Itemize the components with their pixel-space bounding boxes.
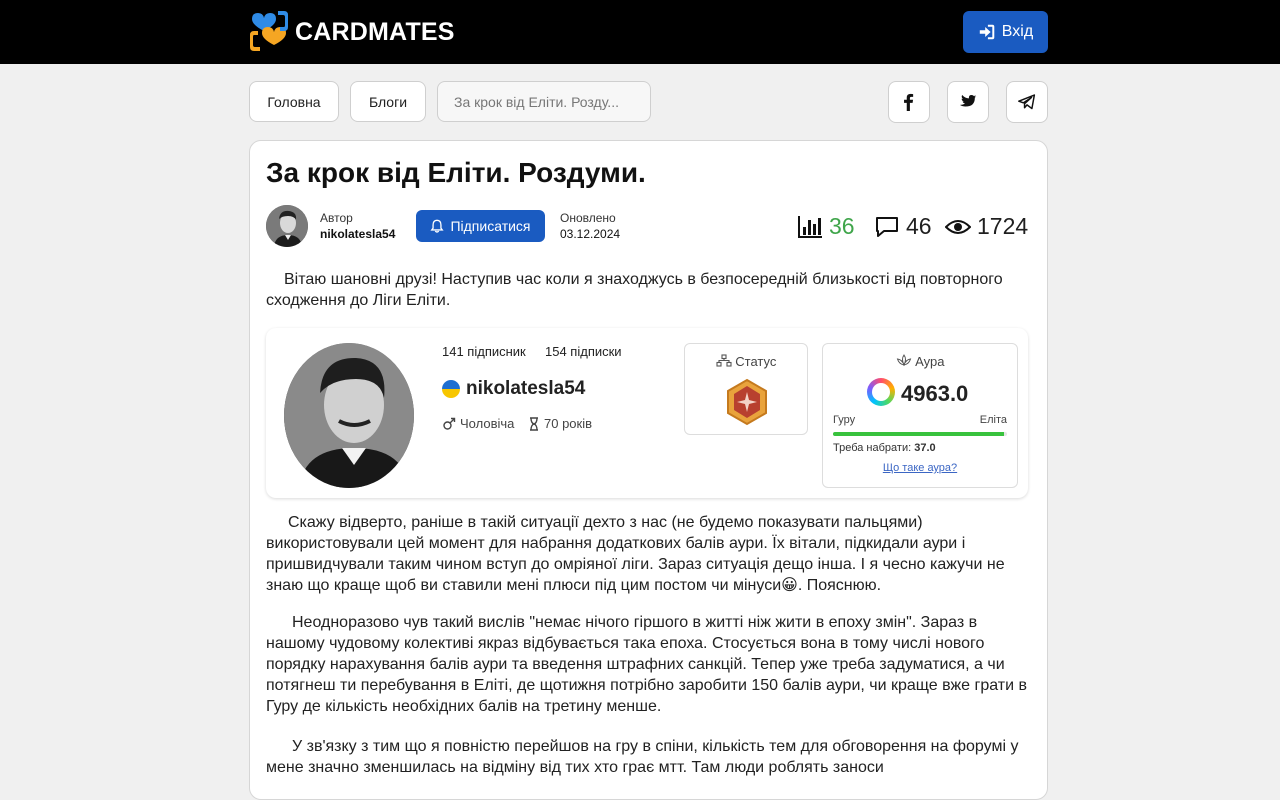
gender-value: Чоловіча	[460, 416, 515, 431]
comment-icon	[876, 216, 898, 237]
share-telegram-button[interactable]	[1006, 81, 1048, 123]
status-box: Статус	[684, 343, 808, 435]
views-value: 1724	[977, 213, 1029, 239]
rating-stat: 36	[797, 213, 855, 240]
status-header: Статус	[685, 354, 807, 369]
ukraine-flag-icon	[442, 380, 460, 398]
portrait-icon	[284, 343, 414, 488]
status-title: Статус	[735, 354, 777, 369]
logo-mark-icon	[250, 11, 288, 51]
breadcrumb-current: За крок від Еліти. Розду...	[437, 81, 651, 122]
breadcrumb-home[interactable]: Головна	[249, 81, 339, 122]
level-current: Гуру	[833, 414, 856, 426]
facebook-icon	[904, 93, 914, 111]
post-paragraph: Неодноразово чув такий вислів "немає ніч…	[266, 614, 1027, 715]
what-is-aura-link[interactable]: Що таке аура?	[823, 462, 1017, 474]
updated-label: Оновлено	[560, 211, 616, 225]
gender-info: Чоловіча	[442, 416, 514, 431]
level-next: Еліта	[979, 414, 1007, 426]
brand-logo[interactable]: CARDMATES	[248, 10, 455, 54]
profile-name-row: nikolatesla54	[442, 378, 585, 400]
profile-name: nikolatesla54	[466, 378, 586, 399]
hierarchy-icon	[716, 354, 732, 367]
breadcrumb-blogs[interactable]: Блоги	[350, 81, 426, 122]
telegram-icon	[1018, 94, 1036, 110]
hourglass-icon	[530, 416, 538, 431]
age-info: 70 років	[528, 416, 592, 431]
breadcrumb-home-label: Головна	[267, 93, 321, 110]
need-value: 37.0	[914, 442, 936, 454]
followers-count[interactable]: 141 підписник	[442, 344, 526, 359]
comments-value: 46	[906, 213, 932, 239]
status-badge-icon[interactable]	[725, 378, 769, 426]
comments-stat[interactable]: 46	[874, 213, 932, 240]
breadcrumb-current-label: За крок від Еліти. Розду...	[454, 93, 619, 110]
aura-value: 4963.0	[901, 381, 969, 406]
bar-chart-icon	[798, 215, 822, 238]
share-twitter-button[interactable]	[947, 81, 989, 123]
aura-header: Аура	[823, 354, 1017, 369]
lotus-icon	[896, 354, 911, 367]
author-label: Автор	[320, 211, 353, 225]
aura-progress-bar	[833, 432, 1007, 436]
bell-icon	[430, 219, 445, 233]
aura-progress-fill	[833, 432, 1004, 436]
updated-date: 03.12.2024	[560, 227, 621, 241]
aura-box: Аура 4963.0 Гуру Еліта Треба набрати: 37…	[822, 343, 1018, 488]
profile-card: 141 підписник 154 підписки nikolatesla54…	[266, 328, 1028, 498]
followers-row: 141 підписник 154 підписки	[442, 344, 622, 359]
age-value: 70 років	[544, 416, 593, 431]
author-avatar[interactable]	[266, 205, 308, 247]
aura-ring-icon	[867, 378, 895, 406]
aura-needed: Треба набрати: 37.0	[833, 442, 936, 454]
login-button[interactable]: Вхід	[963, 11, 1048, 53]
gender-icon	[443, 417, 456, 430]
login-label: Вхід	[1001, 23, 1034, 40]
following-count[interactable]: 154 підписки	[545, 344, 622, 359]
views-stat: 1724	[945, 213, 1028, 240]
post-intro: Вітаю шановні друзі! Наступив час коли я…	[266, 271, 1003, 309]
brand-name: CARDMATES	[295, 17, 455, 46]
twitter-icon	[959, 94, 977, 107]
profile-photo	[284, 343, 414, 488]
share-facebook-button[interactable]	[888, 81, 930, 123]
breadcrumb-blogs-label: Блоги	[368, 93, 408, 110]
eye-icon	[945, 219, 971, 234]
post-paragraph: Скажу відверто, раніше в такій ситуації …	[266, 514, 1005, 594]
post-card: За крок від Еліти. Роздуми. Автор nikola…	[249, 140, 1048, 800]
post-title: За крок від Еліти. Роздуми.	[266, 157, 646, 188]
subscribe-button[interactable]: Підписатися	[416, 210, 545, 242]
author-name[interactable]: nikolatesla54	[320, 227, 395, 241]
need-label: Треба набрати:	[833, 442, 912, 454]
avatar-portrait-icon	[266, 205, 308, 247]
top-bar: CARDMATES Вхід	[0, 0, 1280, 64]
sign-in-icon	[979, 24, 995, 40]
rating-value: 36	[829, 213, 855, 239]
post-paragraph: У зв'язку з тим що я повністю перейшов н…	[266, 738, 1019, 776]
aura-title: Аура	[915, 354, 945, 369]
subscribe-label: Підписатися	[450, 218, 531, 234]
